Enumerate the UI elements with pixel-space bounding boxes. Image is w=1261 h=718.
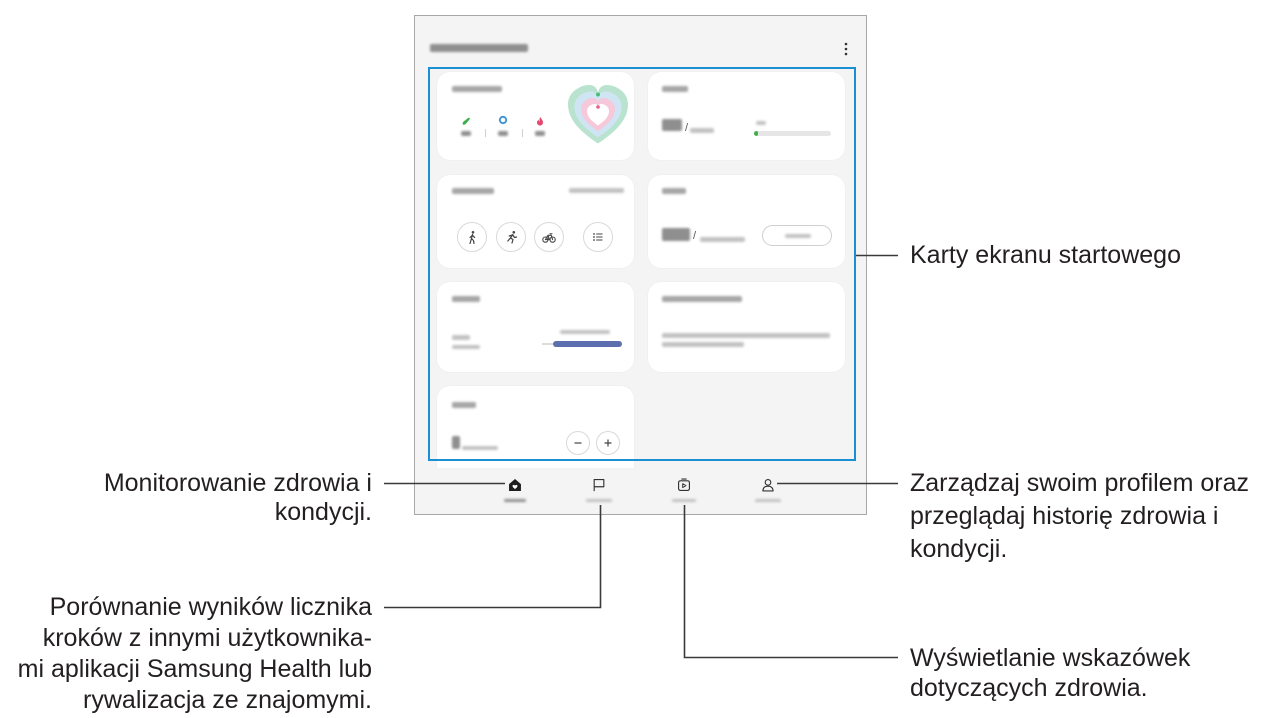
callout-together: Porównanie wyników licznika kroków z inn… [18,592,372,716]
callout-text-line: przeglądaj historię zdrowia i [910,502,1219,530]
callout-text-line: mi aplikacji Samsung Health lub [17,655,372,683]
callout-text-line: Wyświetlanie wskazówek [910,644,1191,672]
callout-line-tips [683,505,898,659]
callout-text-line: kondycji. [910,535,1008,563]
callout-text-line: rywalizacja ze znajomymi. [83,686,372,714]
callout-line-together [384,505,602,609]
callout-text-line: Karty ekranu startowego [910,241,1181,269]
callout-text-line: Porównanie wyników licznika [49,593,372,621]
callout-text-line: dotyczących zdrowia. [910,674,1148,702]
callout-profile: Zarządzaj swoim profilem oraz przeglądaj… [910,467,1249,566]
callout-text-line: Zarządzaj swoim profilem oraz [910,469,1249,497]
callout-text-line: kondycji. [274,498,372,526]
callout-text-line: kroków z innymi użytkownika- [42,624,372,652]
callout-home-cards: Karty ekranu startowego [910,240,1181,271]
callout-text-line: Monitorowanie zdrowia i [103,469,372,497]
callout-monitoring: Monitorowanie zdrowia i kondycji. [104,469,372,527]
manual-illustration: / / Karty ekranu startowego Zarządzaj sw… [0,0,1261,718]
callout-tips: Wyświetlanie wskazówek dotyczących zdrow… [910,643,1190,703]
